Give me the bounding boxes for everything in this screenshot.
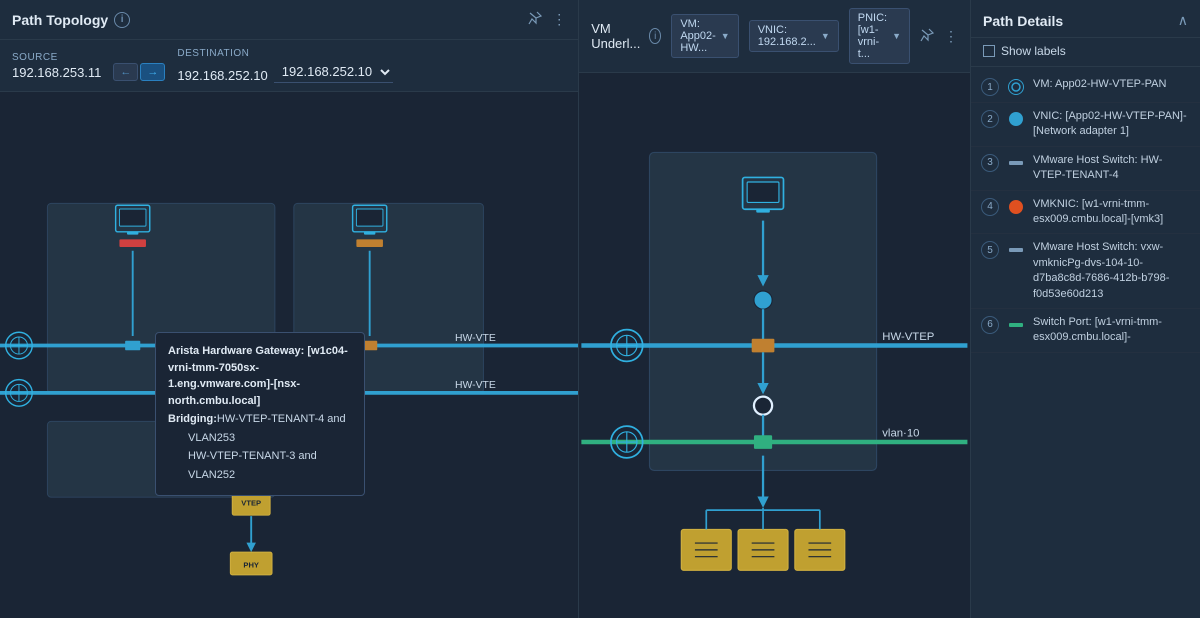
- direction-buttons: ← →: [113, 63, 165, 81]
- path-detail-item-1: 1 VM: App02-HW-VTEP-PAN: [971, 71, 1200, 103]
- vm-dropdown[interactable]: VM: App02-HW... ▼: [671, 14, 738, 58]
- path-item-5-text: VMware Host Switch: vxw-vmknicPg-dvs-104…: [1033, 240, 1190, 302]
- path-item-6-num: 6: [981, 316, 999, 334]
- path-item-6-text: Switch Port: [w1-vrni-tmm-esx009.cmbu.lo…: [1033, 315, 1190, 346]
- left-panel-header: Path Topology i ⋮: [0, 0, 578, 40]
- dash-green-icon: [1009, 323, 1023, 327]
- vm-underlay-text: VM Underl...: [591, 21, 644, 51]
- source-group: Source 192.168.253.11: [12, 52, 101, 80]
- svg-text:HW-VTE: HW-VTE: [455, 380, 496, 391]
- right-topology-svg: HW-VTEP vlan·10: [579, 73, 970, 618]
- vm-dropdown-label: VM: App02-HW...: [680, 18, 715, 54]
- more-options-icon[interactable]: ⋮: [552, 11, 566, 28]
- dash-icon-5: [1009, 248, 1023, 252]
- vnic-dropdown-arrow: ▼: [821, 31, 830, 41]
- right-panel-header: VM Underl... i VM: App02-HW... ▼ VNIC: 1…: [579, 0, 970, 73]
- path-item-1-num: 1: [981, 78, 999, 96]
- right-panel: VM Underl... i VM: App02-HW... ▼ VNIC: 1…: [579, 0, 1200, 618]
- path-detail-items: 1 VM: App02-HW-VTEP-PAN 2 VNIC: [App02-H…: [971, 67, 1200, 618]
- svg-text:vlan·10: vlan·10: [882, 427, 919, 439]
- path-detail-item-2: 2 VNIC: [App02-HW-VTEP-PAN]-[Network ada…: [971, 103, 1200, 147]
- svg-text:HW-VTE: HW-VTE: [455, 333, 496, 344]
- vnic-dropdown[interactable]: VNIC: 192.168.2... ▼: [749, 20, 839, 52]
- destination-value: 192.168.252.10: [177, 68, 267, 83]
- path-detail-item-6: 6 Switch Port: [w1-vrni-tmm-esx009.cmbu.…: [971, 309, 1200, 353]
- path-item-4-num: 4: [981, 198, 999, 216]
- right-topology-canvas: HW-VTEP vlan·10: [579, 73, 970, 618]
- path-item-3-num: 3: [981, 154, 999, 172]
- show-labels-text: Show labels: [1001, 44, 1066, 58]
- path-details-sidebar: Path Details ∧ Show labels 1 VM: App02-H…: [970, 0, 1200, 618]
- path-item-3-icon: [1007, 154, 1025, 172]
- right-pin-icon[interactable]: [920, 28, 934, 45]
- direction-right-btn[interactable]: →: [140, 63, 165, 81]
- vm-ring-icon: [1008, 79, 1024, 95]
- left-panel: Path Topology i ⋮ Source 192.168.253.11 …: [0, 0, 579, 618]
- show-labels-checkbox[interactable]: [983, 45, 995, 57]
- svg-text:HW-VTEP: HW-VTEP: [882, 331, 934, 343]
- path-detail-item-3: 3 VMware Host Switch: HW-VTEP-TENANT-4: [971, 147, 1200, 191]
- tooltip-title: Arista Hardware Gateway: [w1c04-vrni-tmm…: [168, 343, 352, 409]
- path-item-5-icon: [1007, 241, 1025, 259]
- left-header-icons: ⋮: [528, 11, 566, 28]
- pnic-dropdown[interactable]: PNIC: [w1-vrni-t... ▼: [849, 8, 910, 64]
- path-item-4-icon: [1007, 198, 1025, 216]
- path-item-2-text: VNIC: [App02-HW-VTEP-PAN]-[Network adapt…: [1033, 109, 1190, 140]
- dash-icon-3: [1009, 161, 1023, 165]
- path-item-2-icon: [1007, 110, 1025, 128]
- vnic-dropdown-label: VNIC: 192.168.2...: [758, 24, 816, 48]
- pin-icon[interactable]: [528, 11, 542, 28]
- gateway-tooltip: Arista Hardware Gateway: [w1c04-vrni-tmm…: [155, 332, 365, 496]
- svg-text:VTEP: VTEP: [241, 499, 261, 508]
- tooltip-bridge2: HW-VTEP-TENANT-3 and: [168, 448, 352, 465]
- right-main-area: VM Underl... i VM: App02-HW... ▼ VNIC: 1…: [579, 0, 970, 618]
- tooltip-bridging: Bridging:HW-VTEP-TENANT-4 and: [168, 411, 352, 428]
- path-item-4-text: VMKNIC: [w1-vrni-tmm-esx009.cmbu.local]-…: [1033, 197, 1190, 228]
- destination-dropdown[interactable]: 192.168.252.10: [274, 61, 393, 83]
- pnic-dropdown-label: PNIC: [w1-vrni-t...: [858, 12, 887, 60]
- path-detail-item-4: 4 VMKNIC: [w1-vrni-tmm-esx009.cmbu.local…: [971, 191, 1200, 235]
- left-panel-title: Path Topology i: [12, 12, 130, 28]
- path-details-collapse-btn[interactable]: ∧: [1178, 12, 1188, 29]
- path-item-1-icon: [1007, 78, 1025, 96]
- svg-text:PHY: PHY: [243, 560, 259, 569]
- vm-underlay-title: VM Underl... i: [591, 21, 661, 51]
- vmknic-icon: [1009, 200, 1023, 214]
- vm-underlay-info-icon[interactable]: i: [649, 28, 661, 44]
- pnic-dropdown-arrow: ▼: [892, 31, 901, 41]
- path-topology-info-icon[interactable]: i: [114, 12, 130, 28]
- left-topology-canvas: HW-VTE HW-VTE VTEP: [0, 92, 578, 618]
- show-labels-row: Show labels: [971, 38, 1200, 67]
- vnic-icon: [1009, 112, 1023, 126]
- path-item-2-num: 2: [981, 110, 999, 128]
- path-item-1-text: VM: App02-HW-VTEP-PAN: [1033, 77, 1190, 92]
- src-dst-bar: Source 192.168.253.11 ← → Destination 19…: [0, 40, 578, 92]
- direction-left-btn[interactable]: ←: [113, 63, 138, 81]
- source-value: 192.168.253.11: [12, 65, 101, 80]
- path-details-header: Path Details ∧: [971, 0, 1200, 38]
- destination-group: Destination 192.168.252.10 192.168.252.1…: [177, 48, 392, 83]
- destination-label: Destination: [177, 48, 392, 59]
- path-topology-title: Path Topology: [12, 12, 108, 28]
- path-details-title: Path Details: [983, 13, 1063, 29]
- tooltip-bridge3: VLAN252: [168, 467, 352, 484]
- path-item-6-icon: [1007, 316, 1025, 334]
- path-item-3-text: VMware Host Switch: HW-VTEP-TENANT-4: [1033, 153, 1190, 184]
- right-more-icon[interactable]: ⋮: [944, 28, 958, 45]
- path-item-5-num: 5: [981, 241, 999, 259]
- tooltip-bridge1: VLAN253: [168, 430, 352, 447]
- source-label: Source: [12, 52, 101, 63]
- vm-dropdown-arrow: ▼: [721, 31, 730, 41]
- path-detail-item-5: 5 VMware Host Switch: vxw-vmknicPg-dvs-1…: [971, 234, 1200, 309]
- destination-with-dropdown: 192.168.252.10 192.168.252.10: [177, 61, 392, 83]
